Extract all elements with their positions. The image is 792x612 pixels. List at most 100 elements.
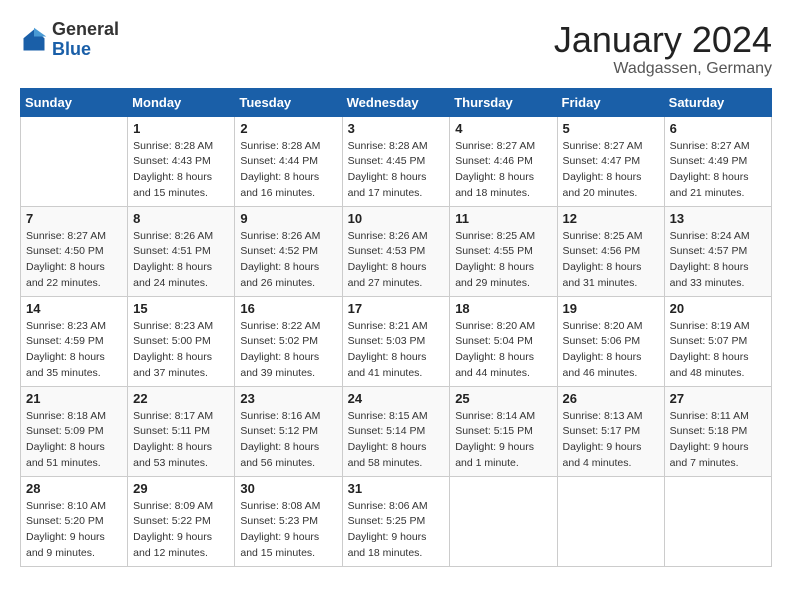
day-header-thursday: Thursday: [450, 88, 557, 116]
day-info: Sunrise: 8:19 AMSunset: 5:07 PMDaylight:…: [670, 319, 766, 382]
week-row-1: 1Sunrise: 8:28 AMSunset: 4:43 PMDaylight…: [21, 116, 772, 206]
day-number: 16: [240, 301, 336, 316]
day-info: Sunrise: 8:26 AMSunset: 4:51 PMDaylight:…: [133, 229, 229, 292]
day-cell: 30 Sunrise: 8:08 AMSunset: 5:23 PMDayligh…: [235, 476, 342, 566]
header-row: SundayMondayTuesdayWednesdayThursdayFrid…: [21, 88, 772, 116]
day-info: Sunrise: 8:26 AMSunset: 4:53 PMDaylight:…: [348, 229, 445, 292]
day-info: Sunrise: 8:27 AMSunset: 4:46 PMDaylight:…: [455, 139, 551, 202]
day-number: 2: [240, 121, 336, 136]
day-number: 7: [26, 211, 122, 226]
day-number: 13: [670, 211, 766, 226]
day-cell: 25 Sunrise: 8:14 AMSunset: 5:15 PMDayligh…: [450, 386, 557, 476]
day-number: 28: [26, 481, 122, 496]
day-number: 6: [670, 121, 766, 136]
day-cell: 6Sunrise: 8:27 AMSunset: 4:49 PMDaylight…: [664, 116, 771, 206]
day-number: 23: [240, 391, 336, 406]
day-number: 18: [455, 301, 551, 316]
day-info: Sunrise: 8:16 AMSunset: 5:12 PMDaylight:…: [240, 409, 336, 472]
day-number: 25: [455, 391, 551, 406]
day-cell: 23 Sunrise: 8:16 AMSunset: 5:12 PMDayligh…: [235, 386, 342, 476]
day-info: Sunrise: 8:28 AMSunset: 4:43 PMDaylight:…: [133, 139, 229, 202]
day-cell: 19 Sunrise: 8:20 AMSunset: 5:06 PMDayligh…: [557, 296, 664, 386]
day-cell: 11Sunrise: 8:25 AMSunset: 4:55 PMDayligh…: [450, 206, 557, 296]
week-row-3: 14 Sunrise: 8:23 AMSunset: 4:59 PMDayligh…: [21, 296, 772, 386]
day-cell: 20 Sunrise: 8:19 AMSunset: 5:07 PMDayligh…: [664, 296, 771, 386]
week-row-5: 28 Sunrise: 8:10 AMSunset: 5:20 PMDayligh…: [21, 476, 772, 566]
day-info: Sunrise: 8:25 AMSunset: 4:56 PMDaylight:…: [563, 229, 659, 292]
title-block: January 2024 Wadgassen, Germany: [554, 20, 772, 78]
page-header: General Blue January 2024 Wadgassen, Ger…: [20, 20, 772, 78]
day-info: Sunrise: 8:22 AMSunset: 5:02 PMDaylight:…: [240, 319, 336, 382]
day-cell: 26Sunrise: 8:13 AMSunset: 5:17 PMDayligh…: [557, 386, 664, 476]
day-cell: 17Sunrise: 8:21 AMSunset: 5:03 PMDayligh…: [342, 296, 450, 386]
day-info: Sunrise: 8:28 AMSunset: 4:44 PMDaylight:…: [240, 139, 336, 202]
day-cell: 21 Sunrise: 8:18 AMSunset: 5:09 PMDayligh…: [21, 386, 128, 476]
day-cell: 9 Sunrise: 8:26 AMSunset: 4:52 PMDaylight…: [235, 206, 342, 296]
calendar: SundayMondayTuesdayWednesdayThursdayFrid…: [20, 88, 772, 567]
day-info: Sunrise: 8:09 AMSunset: 5:22 PMDaylight:…: [133, 499, 229, 562]
day-cell: 10Sunrise: 8:26 AMSunset: 4:53 PMDayligh…: [342, 206, 450, 296]
day-info: Sunrise: 8:13 AMSunset: 5:17 PMDaylight:…: [563, 409, 659, 472]
day-header-friday: Friday: [557, 88, 664, 116]
day-cell: 7 Sunrise: 8:27 AMSunset: 4:50 PMDaylight…: [21, 206, 128, 296]
day-header-wednesday: Wednesday: [342, 88, 450, 116]
day-number: 4: [455, 121, 551, 136]
day-info: Sunrise: 8:21 AMSunset: 5:03 PMDaylight:…: [348, 319, 445, 382]
day-cell: [450, 476, 557, 566]
day-info: Sunrise: 8:18 AMSunset: 5:09 PMDaylight:…: [26, 409, 122, 472]
day-number: 5: [563, 121, 659, 136]
day-number: 8: [133, 211, 229, 226]
day-number: 24: [348, 391, 445, 406]
day-info: Sunrise: 8:08 AMSunset: 5:23 PMDaylight:…: [240, 499, 336, 562]
day-cell: 12 Sunrise: 8:25 AMSunset: 4:56 PMDayligh…: [557, 206, 664, 296]
day-info: Sunrise: 8:06 AMSunset: 5:25 PMDaylight:…: [348, 499, 445, 562]
day-info: Sunrise: 8:20 AMSunset: 5:06 PMDaylight:…: [563, 319, 659, 382]
location: Wadgassen, Germany: [554, 60, 772, 78]
day-number: 19: [563, 301, 659, 316]
day-number: 12: [563, 211, 659, 226]
logo-text: General Blue: [52, 20, 119, 60]
day-cell: 8 Sunrise: 8:26 AMSunset: 4:51 PMDaylight…: [128, 206, 235, 296]
day-header-tuesday: Tuesday: [235, 88, 342, 116]
day-info: Sunrise: 8:26 AMSunset: 4:52 PMDaylight:…: [240, 229, 336, 292]
day-cell: [664, 476, 771, 566]
logo: General Blue: [20, 20, 119, 60]
day-info: Sunrise: 8:15 AMSunset: 5:14 PMDaylight:…: [348, 409, 445, 472]
day-info: Sunrise: 8:14 AMSunset: 5:15 PMDaylight:…: [455, 409, 551, 472]
logo-icon: [20, 26, 48, 54]
day-cell: 3 Sunrise: 8:28 AMSunset: 4:45 PMDaylight…: [342, 116, 450, 206]
day-cell: 13Sunrise: 8:24 AMSunset: 4:57 PMDayligh…: [664, 206, 771, 296]
day-cell: 29 Sunrise: 8:09 AMSunset: 5:22 PMDayligh…: [128, 476, 235, 566]
week-row-2: 7 Sunrise: 8:27 AMSunset: 4:50 PMDaylight…: [21, 206, 772, 296]
logo-blue: Blue: [52, 40, 119, 60]
day-info: Sunrise: 8:10 AMSunset: 5:20 PMDaylight:…: [26, 499, 122, 562]
day-number: 31: [348, 481, 445, 496]
day-cell: 1Sunrise: 8:28 AMSunset: 4:43 PMDaylight…: [128, 116, 235, 206]
day-number: 22: [133, 391, 229, 406]
logo-general: General: [52, 20, 119, 40]
day-info: Sunrise: 8:28 AMSunset: 4:45 PMDaylight:…: [348, 139, 445, 202]
day-cell: [557, 476, 664, 566]
day-number: 20: [670, 301, 766, 316]
day-number: 27: [670, 391, 766, 406]
day-info: Sunrise: 8:23 AMSunset: 4:59 PMDaylight:…: [26, 319, 122, 382]
day-header-monday: Monday: [128, 88, 235, 116]
day-cell: [21, 116, 128, 206]
day-number: 9: [240, 211, 336, 226]
day-info: Sunrise: 8:27 AMSunset: 4:47 PMDaylight:…: [563, 139, 659, 202]
day-number: 3: [348, 121, 445, 136]
day-info: Sunrise: 8:27 AMSunset: 4:50 PMDaylight:…: [26, 229, 122, 292]
day-number: 21: [26, 391, 122, 406]
day-number: 29: [133, 481, 229, 496]
month-title: January 2024: [554, 20, 772, 60]
day-number: 30: [240, 481, 336, 496]
day-info: Sunrise: 8:11 AMSunset: 5:18 PMDaylight:…: [670, 409, 766, 472]
day-cell: 16 Sunrise: 8:22 AMSunset: 5:02 PMDayligh…: [235, 296, 342, 386]
day-header-sunday: Sunday: [21, 88, 128, 116]
day-cell: 27 Sunrise: 8:11 AMSunset: 5:18 PMDayligh…: [664, 386, 771, 476]
day-number: 14: [26, 301, 122, 316]
day-info: Sunrise: 8:17 AMSunset: 5:11 PMDaylight:…: [133, 409, 229, 472]
day-cell: 5 Sunrise: 8:27 AMSunset: 4:47 PMDaylight…: [557, 116, 664, 206]
day-number: 15: [133, 301, 229, 316]
calendar-body: 1Sunrise: 8:28 AMSunset: 4:43 PMDaylight…: [21, 116, 772, 566]
